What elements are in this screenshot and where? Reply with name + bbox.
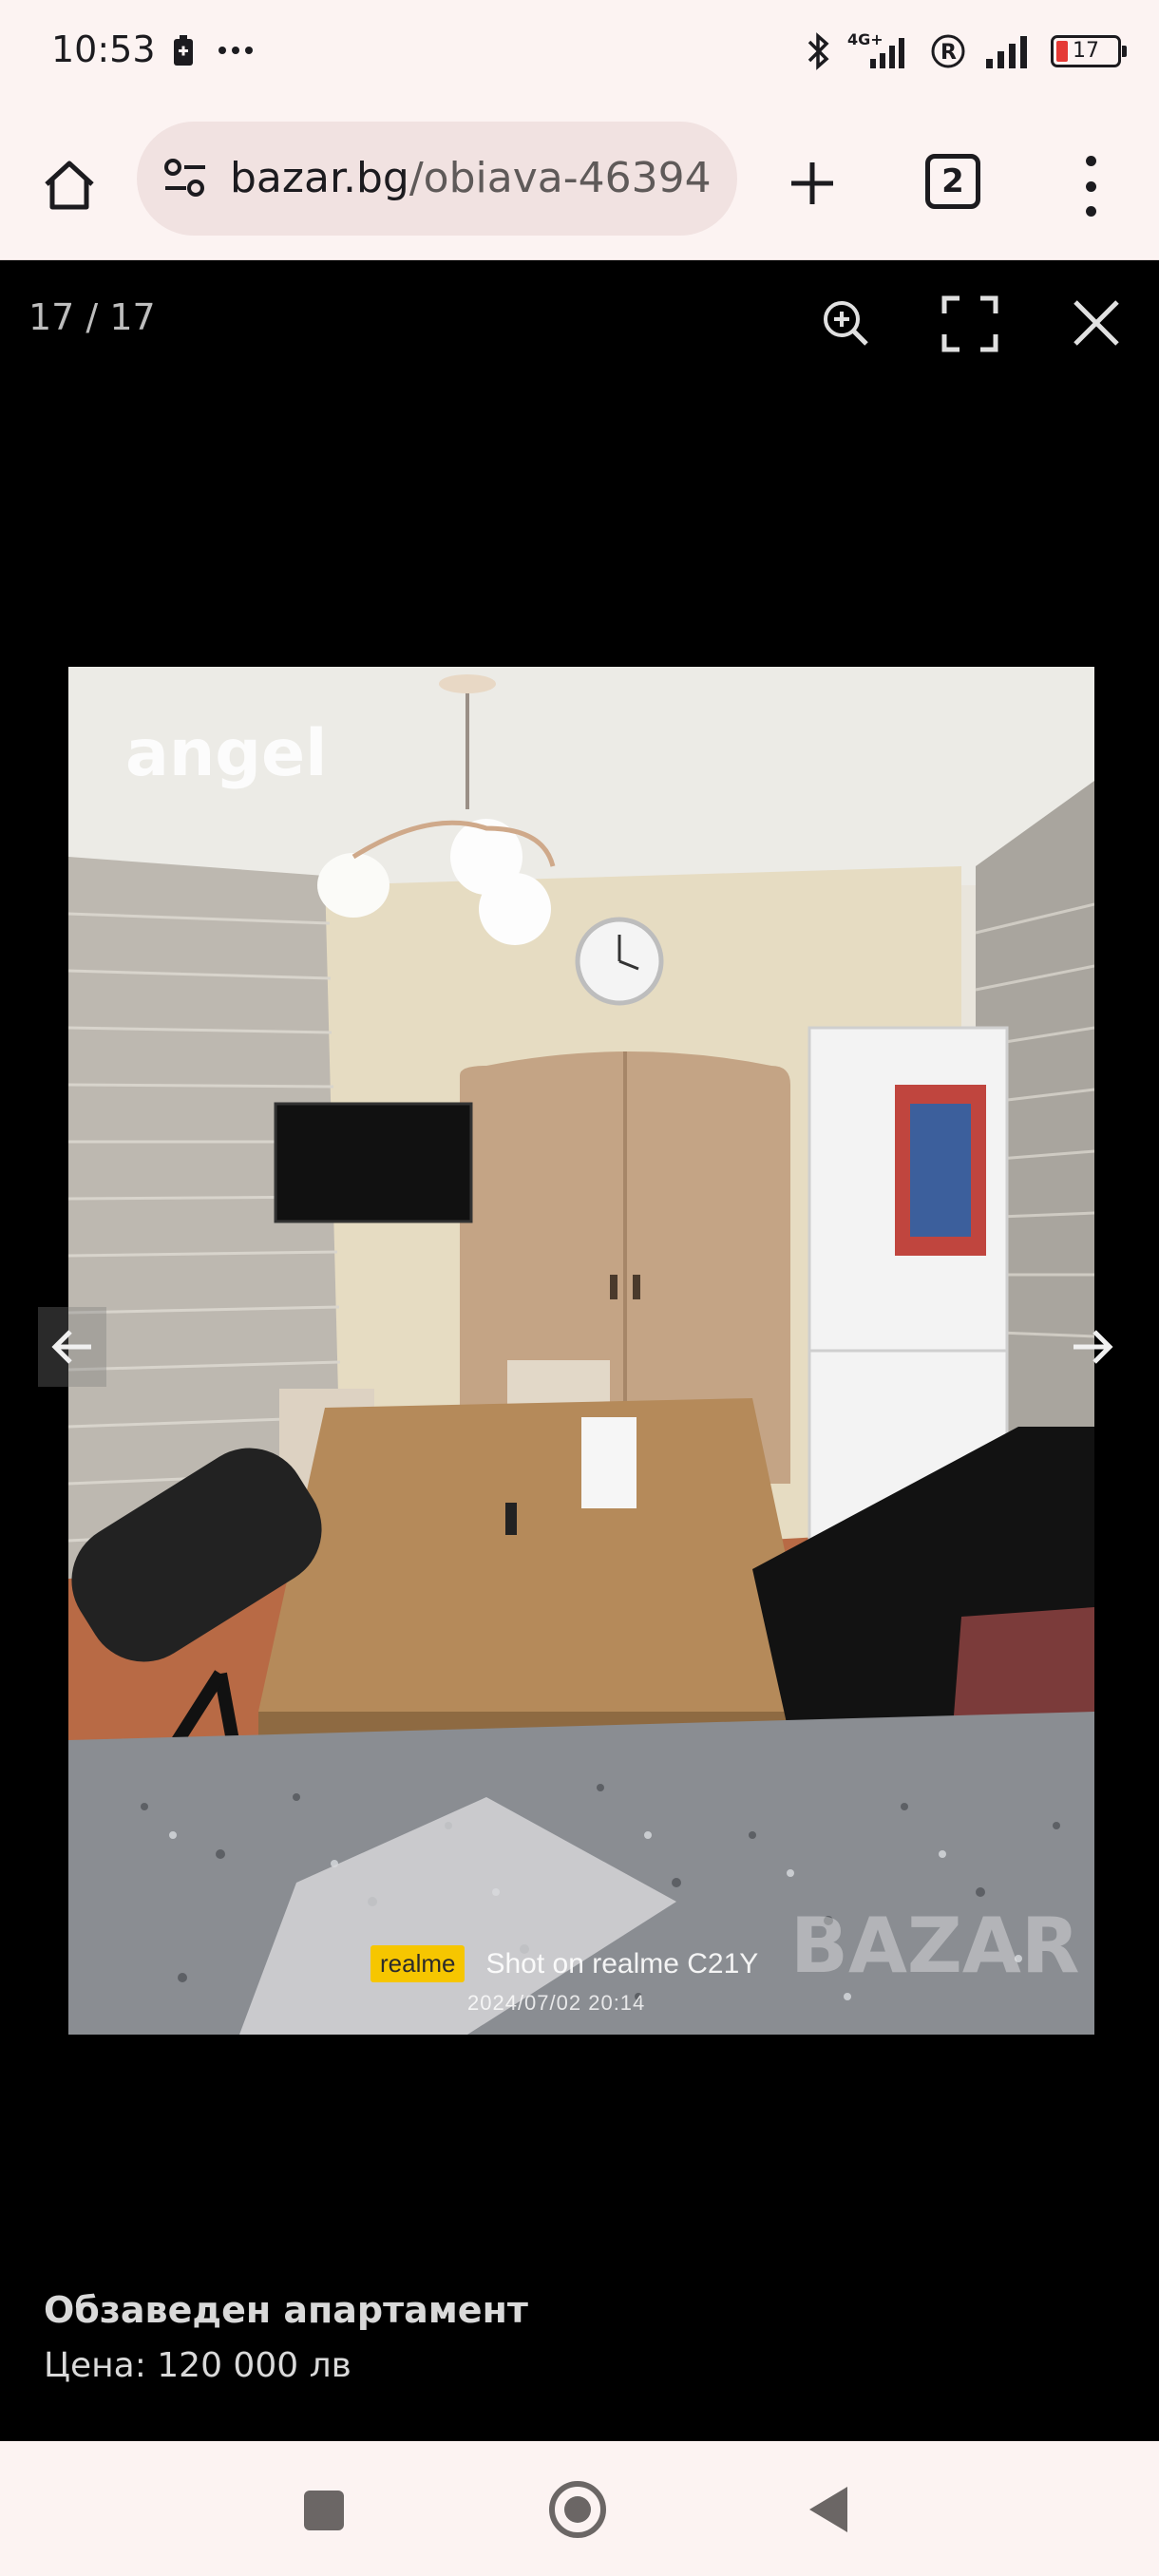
url-domain: bazar.bg [230, 154, 409, 202]
listing-price: Цена: 120 000 лв [44, 2346, 352, 2385]
close-icon[interactable] [1070, 296, 1123, 350]
watermark-angel: angel [125, 716, 328, 791]
home-circle-icon[interactable] [549, 2481, 606, 2538]
realme-badge: realme [370, 1945, 466, 1982]
tune-icon[interactable] [162, 156, 209, 201]
back-icon[interactable] [809, 2487, 847, 2532]
url-path: /obiava-46394 [408, 154, 712, 202]
tabs-button[interactable]: 2 [925, 154, 980, 209]
roaming-icon: R [931, 34, 965, 68]
home-button[interactable] [36, 152, 103, 218]
more-vert-icon[interactable] [1070, 150, 1112, 222]
room-photo-drawing [68, 667, 1094, 2035]
tab-count: 2 [941, 162, 964, 200]
recent-apps-icon[interactable] [304, 2491, 344, 2530]
listing-photo[interactable]: angel BAZAR realme Shot on realme C21Y 2… [68, 667, 1094, 2035]
status-bar: 10:53 4G+ R 17 [0, 0, 1159, 112]
next-image-button[interactable] [1058, 1307, 1127, 1387]
arrow-left-icon [51, 1330, 91, 1364]
browser-toolbar: bazar.bg/obiava-46394 2 [0, 112, 1159, 260]
fullscreen-icon[interactable] [940, 294, 999, 353]
url-bar[interactable]: bazar.bg/obiava-46394 [137, 122, 737, 236]
status-left-icons [171, 34, 255, 66]
zoom-in-icon[interactable] [817, 294, 874, 351]
status-right-icons: 4G+ R 17 [804, 30, 1127, 72]
battery-saver-icon [174, 35, 193, 66]
image-viewer: 17 / 17 angel BAZAR realme Shot on realm… [0, 260, 1159, 2441]
status-time: 10:53 [51, 28, 156, 70]
signal-icon [870, 38, 904, 68]
system-nav-bar [0, 2441, 1159, 2576]
add-icon [791, 162, 833, 204]
listing-title: Обзаведен апартамент [44, 2289, 528, 2331]
photo-date: 2024/07/02 20:14 [467, 1991, 646, 2015]
home-icon [45, 161, 94, 210]
shot-on-text: Shot on realme C21Y [485, 1947, 759, 1979]
watermark-bazar: BAZAR [790, 1902, 1080, 1990]
previous-image-button[interactable] [38, 1307, 106, 1387]
image-counter: 17 / 17 [28, 296, 156, 338]
bluetooth-icon [808, 32, 829, 70]
battery-level: 17 [1073, 39, 1099, 63]
svg-text:R: R [940, 41, 957, 65]
signal-icon-2 [986, 36, 1027, 68]
camera-watermark: realme Shot on realme C21Y [370, 1945, 758, 1982]
battery-icon: 17 [1051, 35, 1127, 67]
network-indicator: 4G+ [847, 30, 914, 72]
url-text[interactable]: bazar.bg/obiava-46394 [230, 154, 712, 202]
new-tab-button[interactable] [779, 150, 846, 217]
more-dots-icon [218, 47, 253, 54]
arrow-right-icon [1074, 1330, 1113, 1364]
